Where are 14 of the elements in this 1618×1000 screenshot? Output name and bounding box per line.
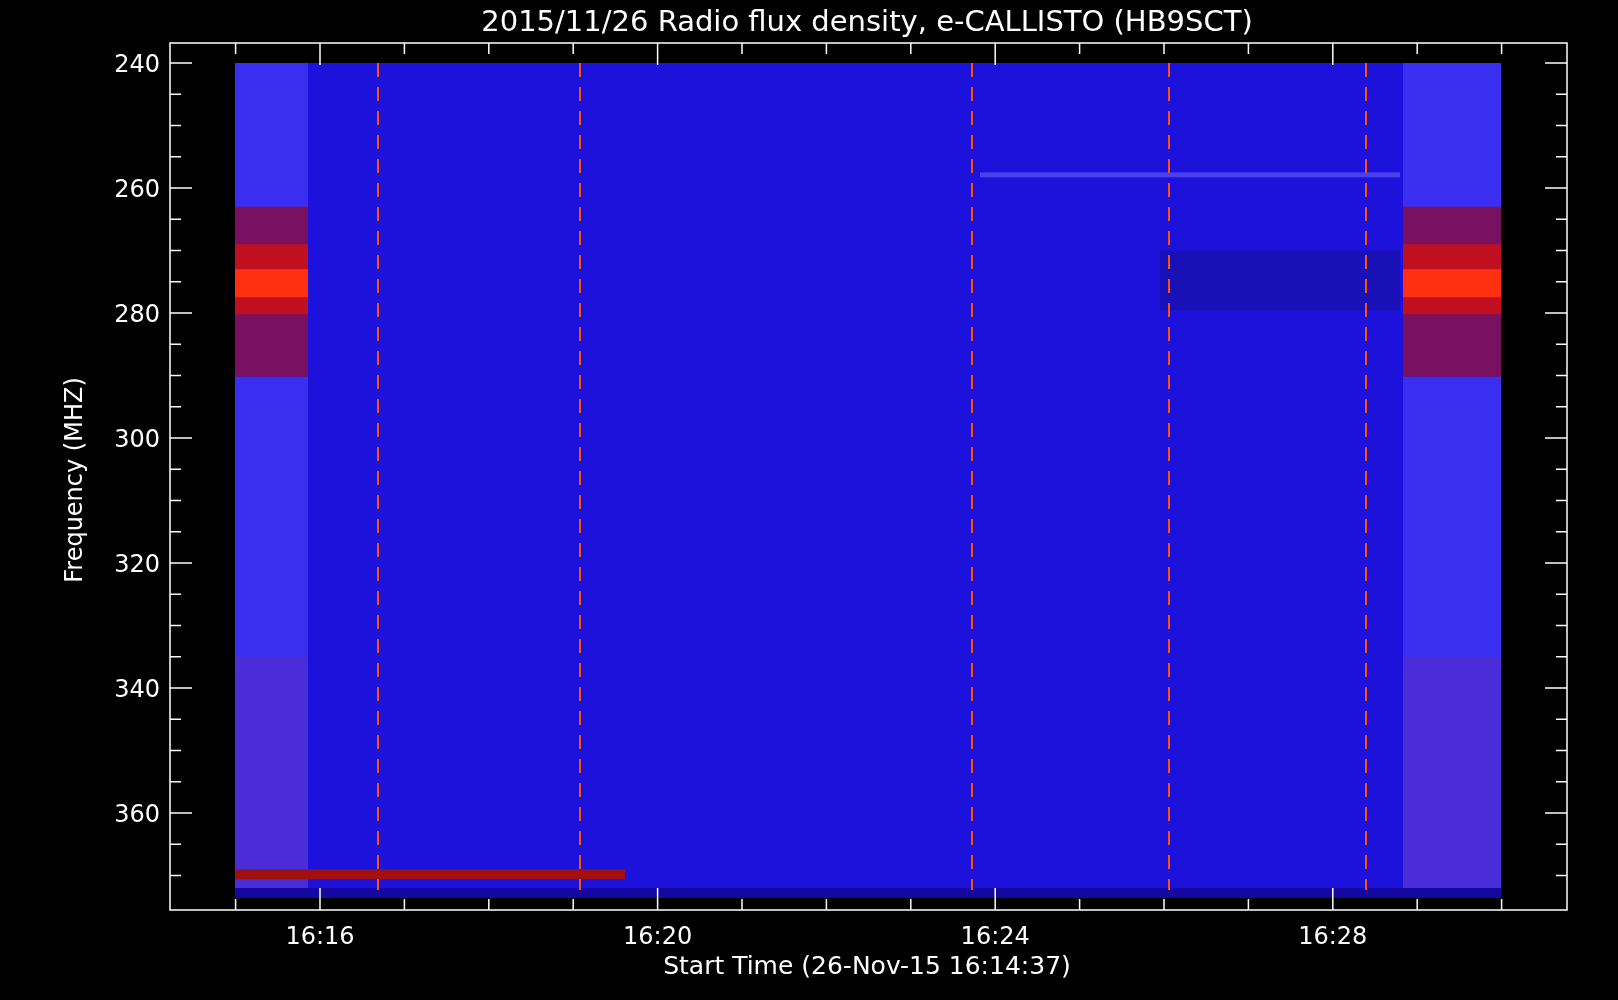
y-tick-label: 300 [114,425,160,453]
y-axis-title: Frequency (MHZ) [60,377,88,583]
x-axis-title: Start Time (26-Nov-15 16:14:37) [663,951,1071,980]
y-tick-label: 340 [114,675,160,703]
y-tick-label: 240 [114,50,160,78]
x-tick-label: 16:28 [1298,922,1368,950]
x-tick-label: 16:20 [623,922,693,950]
y-tick-label: 260 [114,175,160,203]
y-tick-label: 360 [114,800,160,828]
y-tick-label: 280 [114,300,160,328]
y-tick-label: 320 [114,550,160,578]
chart-title: 2015/11/26 Radio flux density, e-CALLISTO (HB9SCT) [481,4,1253,38]
x-tick-label: 16:16 [285,922,355,950]
x-tick-label: 16:24 [960,922,1030,950]
